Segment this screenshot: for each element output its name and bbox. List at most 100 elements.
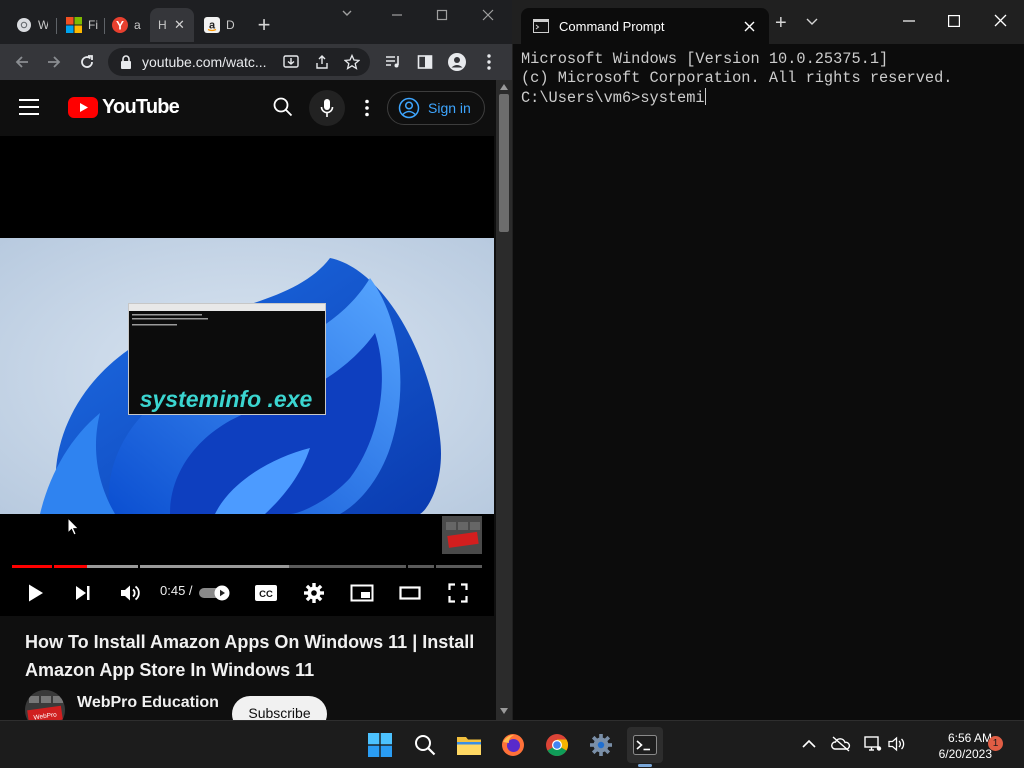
channel-watermark[interactable] (442, 516, 482, 554)
fullscreen-icon[interactable] (444, 579, 472, 607)
tab-title: Fi (88, 18, 98, 32)
settings-gear-icon[interactable] (300, 579, 328, 607)
system-clock[interactable]: 6:56 AM 6/20/2023 (912, 730, 992, 762)
network-icon[interactable] (864, 736, 882, 752)
youtube-logo[interactable]: YouTube (68, 96, 180, 119)
close-window-icon[interactable] (994, 14, 1007, 27)
settings-gear-icon[interactable] (583, 727, 619, 763)
subscribe-button[interactable]: Subscribe (232, 696, 327, 720)
start-windows-icon[interactable] (362, 727, 398, 763)
sign-in-button[interactable]: Sign in (387, 91, 485, 125)
embedded-text-lines (132, 314, 208, 326)
terminal-tab[interactable]: Command Prompt (521, 8, 769, 44)
minimize-icon[interactable] (903, 20, 915, 22)
scrollbar-thumb[interactable] (499, 94, 509, 232)
share-icon[interactable] (314, 54, 330, 70)
play-icon[interactable] (22, 579, 50, 607)
terminal-window: Command Prompt + Microsoft Windows [Vers… (513, 0, 1024, 720)
progress-bar-played (12, 565, 87, 568)
tab-title: H (158, 18, 167, 32)
lock-icon[interactable] (120, 55, 132, 69)
browser-tab-4[interactable]: a D (196, 8, 242, 42)
close-tab-icon[interactable]: ✕ (174, 17, 185, 33)
side-panel-icon[interactable] (413, 50, 437, 74)
minimize-icon[interactable] (390, 8, 404, 22)
sign-in-label: Sign in (428, 100, 471, 116)
new-tab-button[interactable]: + (250, 12, 278, 40)
new-terminal-tab-button[interactable]: + (775, 12, 787, 35)
browser-tab-1[interactable]: Fi (58, 8, 104, 42)
bookmark-star-icon[interactable] (344, 54, 360, 70)
page-scrollbar[interactable] (496, 80, 512, 720)
address-bar[interactable]: youtube.com/watc... (108, 48, 370, 76)
back-icon[interactable] (10, 50, 34, 74)
closed-captions-button[interactable]: CC (252, 579, 280, 607)
volume-icon[interactable] (888, 736, 906, 752)
video-title: How To Install Amazon Apps On Windows 11… (25, 632, 475, 680)
notification-badge[interactable]: 1 (988, 736, 1003, 751)
youtube-logo-text: YouTube (102, 96, 180, 118)
scroll-up-arrow-icon[interactable] (500, 84, 508, 90)
active-app-indicator (638, 764, 652, 767)
maximize-icon[interactable] (948, 15, 960, 27)
video-frame[interactable]: systeminfo .exe (0, 238, 494, 514)
profile-icon[interactable] (445, 50, 469, 74)
tab-search-icon[interactable] (340, 6, 354, 20)
search-icon[interactable] (273, 97, 293, 117)
terminal-app-icon[interactable] (627, 727, 663, 763)
cc-label: CC (259, 589, 273, 600)
chrome-icon[interactable] (539, 727, 575, 763)
chrome-toolbar: youtube.com/watc... (0, 44, 512, 80)
svg-text:Y: Y (116, 19, 124, 33)
reload-icon[interactable] (75, 50, 99, 74)
terminal-command-input[interactable]: C:\Users\vm6>systemi (521, 89, 705, 107)
install-app-icon[interactable] (282, 53, 300, 71)
channel-name[interactable]: WebPro Education (77, 694, 219, 712)
voice-search-mic-icon[interactable] (309, 90, 345, 126)
chapter-divider (406, 565, 408, 568)
tab-title: a (134, 18, 141, 32)
terminal-tab-bar: Command Prompt + (513, 0, 1024, 44)
firefox-icon[interactable] (495, 727, 531, 763)
file-explorer-icon[interactable] (451, 727, 487, 763)
close-tab-icon[interactable] (744, 21, 755, 32)
youtube-play-logo-icon (68, 97, 98, 118)
taskbar: 6:56 AM 6/20/2023 1 (0, 720, 1024, 768)
theater-mode-icon[interactable] (396, 579, 424, 607)
media-control-icon[interactable] (381, 50, 405, 74)
browser-tab-3-active[interactable]: H ✕ (150, 8, 194, 42)
terminal-line: (c) Microsoft Corporation. All rights re… (521, 69, 953, 87)
terminal-prompt-line[interactable]: C:\Users\vm6>systemi (521, 88, 952, 108)
miniplayer-icon[interactable] (348, 579, 376, 607)
search-icon[interactable] (407, 727, 443, 763)
onedrive-offline-icon[interactable] (831, 736, 851, 752)
browser-tab-2[interactable]: Y a (104, 8, 150, 42)
terminal-output[interactable]: Microsoft Windows [Version 10.0.25375.1]… (521, 50, 952, 108)
tab-title: D (226, 18, 235, 32)
autoplay-toggle[interactable] (198, 579, 232, 607)
chapter-divider (138, 565, 140, 568)
browser-tab-0[interactable]: W (8, 8, 54, 42)
chapter-divider (52, 565, 54, 568)
chevron-up-icon[interactable] (802, 739, 816, 748)
systeminfo-overlay-text: systeminfo .exe (139, 386, 313, 412)
scroll-down-arrow-icon[interactable] (500, 708, 508, 714)
forward-icon[interactable] (42, 50, 66, 74)
video-player-top[interactable] (0, 136, 494, 238)
close-window-icon[interactable] (481, 8, 495, 22)
y-icon: Y (112, 17, 128, 33)
dropdown-chevron-icon[interactable] (806, 18, 818, 26)
hamburger-menu-icon[interactable] (18, 98, 40, 116)
settings-menu-icon[interactable] (364, 99, 370, 117)
chrome-tab-strip: W Fi Y a H ✕ a D + (0, 0, 512, 44)
chrome-menu-icon[interactable] (477, 50, 501, 74)
clock-date: 6/20/2023 (938, 747, 992, 761)
terminal-tab-title: Command Prompt (559, 18, 665, 34)
clock-time: 6:56 AM (947, 731, 992, 745)
channel-avatar[interactable]: WebPro (25, 690, 65, 720)
tab-title: W (38, 18, 48, 32)
volume-icon[interactable] (116, 579, 144, 607)
command-prompt-icon (533, 19, 549, 33)
maximize-icon[interactable] (435, 8, 449, 22)
next-video-icon[interactable] (69, 579, 97, 607)
